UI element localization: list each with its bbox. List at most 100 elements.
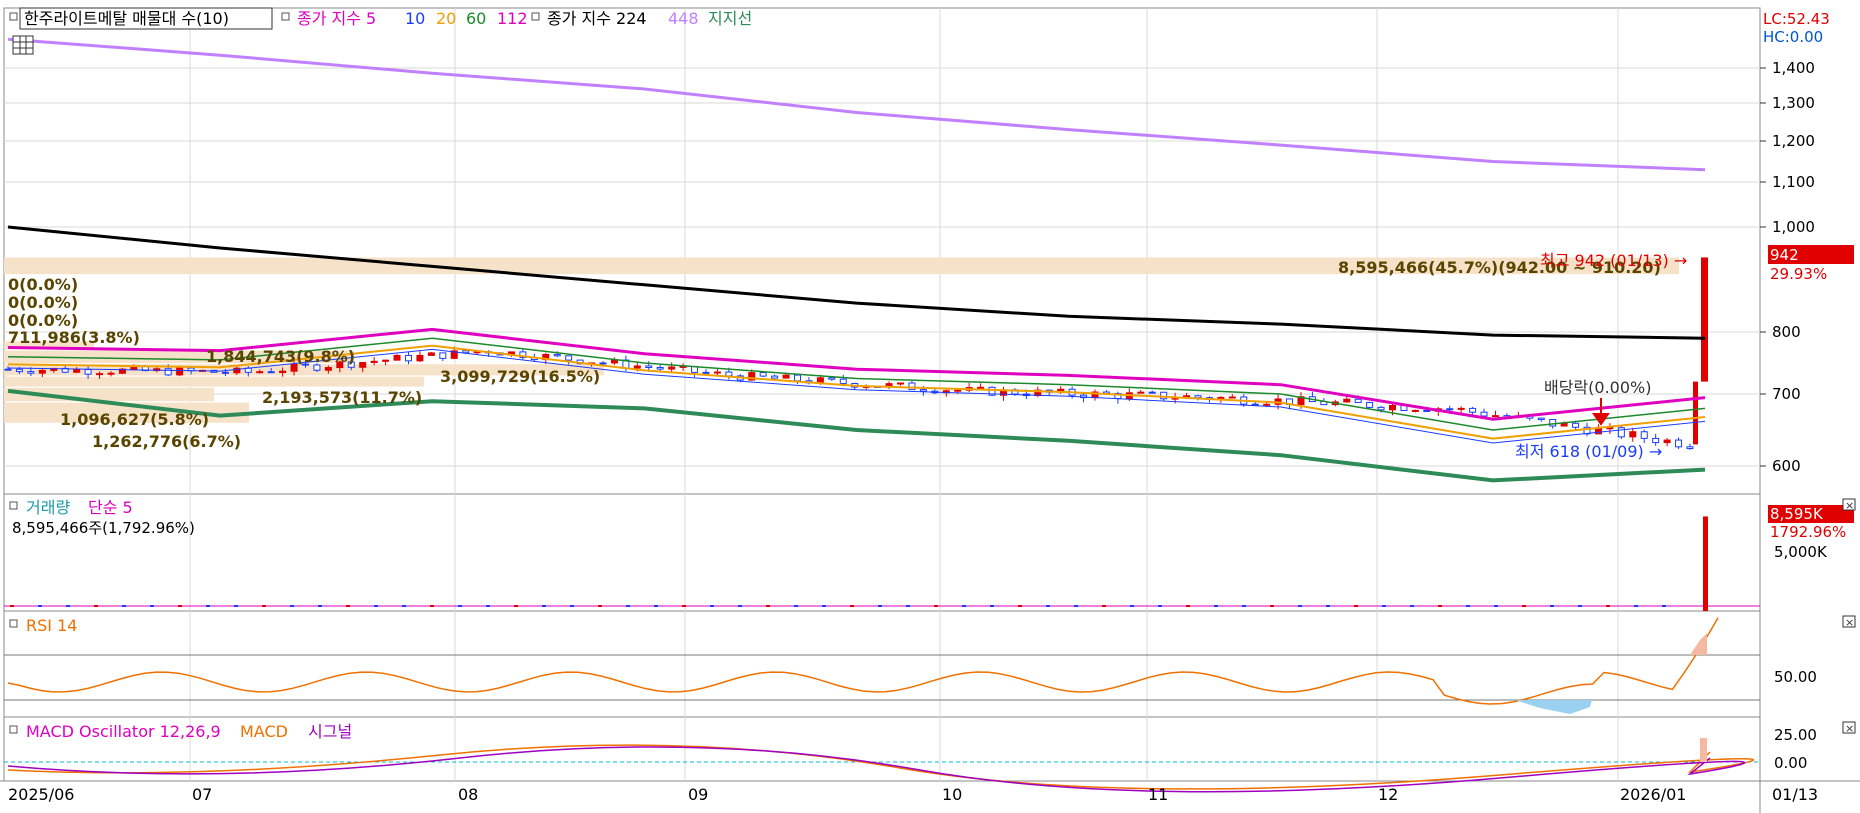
candle-body: [38, 369, 46, 374]
vp-label: 2,193,573(11.7%): [262, 388, 422, 407]
volume-bar: [1634, 605, 1638, 607]
x-axis: 2025/06 07 08 09 10 11 12 2026/01 01/13: [8, 785, 1818, 804]
vp-label: 1,262,776(6.7%): [92, 432, 241, 451]
candle-body: [977, 386, 985, 389]
vp-label: 3,099,729(16.5%): [440, 367, 600, 386]
candle-body: [1537, 417, 1545, 421]
volume-bar: [1438, 605, 1442, 607]
candle-body: [393, 354, 401, 361]
legend-box-icon: [9, 12, 18, 21]
candle-body: [164, 368, 172, 376]
candle-body: [1693, 381, 1698, 445]
volume-bar: [682, 605, 686, 607]
candle-body: [759, 372, 767, 377]
candle-body: [324, 367, 332, 371]
volume-bar: [1130, 605, 1134, 607]
candle-body: [1354, 398, 1362, 403]
volume-bar: [178, 605, 182, 607]
candle-body: [439, 352, 447, 359]
svg-text:×: ×: [1845, 722, 1854, 735]
volume-bar: [346, 605, 350, 607]
volume-bar: [738, 605, 742, 607]
volume-bar: [514, 605, 518, 607]
vp-label: 1,096,627(5.8%): [60, 410, 209, 429]
volume-last: 8,595K: [1770, 505, 1824, 523]
candle-body: [1411, 409, 1419, 412]
legend-title: 한주라이트메탈 매물대 수(10): [24, 9, 229, 28]
volume-profile-bar: [4, 376, 424, 387]
rsi-panel[interactable]: [3, 610, 1761, 718]
volume-bar: [1466, 605, 1470, 607]
candle-body: [427, 352, 435, 356]
volume-bar: [850, 605, 854, 607]
candle-body: [462, 350, 470, 354]
candle-body: [176, 367, 184, 376]
volume-bar: [1102, 605, 1106, 607]
volume-bar: [878, 605, 882, 607]
volume-bar: [906, 605, 910, 607]
candle-body: [896, 382, 904, 385]
vp-label: 0(0.0%): [8, 293, 78, 312]
candle-body: [1377, 406, 1385, 411]
candle-body: [954, 389, 962, 392]
volume-legend: 거래량: [26, 498, 70, 517]
legend-box-icon: [9, 725, 18, 734]
candle-body: [359, 361, 367, 368]
x-tick-label: 07: [192, 785, 212, 804]
volume-bar: [710, 605, 714, 607]
volume-bar: [1550, 605, 1554, 607]
volume-bar: [822, 605, 826, 607]
svg-text:×: ×: [1845, 616, 1854, 629]
price-tick-label: 1,400: [1772, 59, 1815, 77]
candle-body: [1491, 415, 1499, 418]
close-icon[interactable]: ×: [1842, 721, 1856, 735]
volume-bar: [1494, 605, 1498, 607]
volume-panel[interactable]: [3, 493, 1761, 612]
candle-body: [565, 355, 573, 361]
volume-bar: [766, 605, 770, 607]
x-tick-label: 11: [1148, 785, 1168, 804]
candle-body: [1629, 431, 1637, 438]
legend-ma224: 종가 지수 224: [547, 9, 647, 28]
candle-body: [1228, 396, 1236, 399]
volume-bar: [1606, 605, 1610, 607]
candle-body: [1572, 422, 1580, 428]
volume-bar: [654, 605, 658, 607]
volume-bar: [542, 605, 546, 607]
candle-body: [404, 354, 412, 362]
candle-body: [633, 365, 641, 369]
volume-bar: [570, 605, 574, 607]
candle-body: [1263, 403, 1271, 406]
close-icon[interactable]: ×: [1842, 498, 1856, 512]
close-icon[interactable]: ×: [1842, 615, 1856, 629]
volume-change: 1792.96%: [1770, 523, 1846, 541]
volume-bar: [1578, 605, 1582, 607]
candle-body: [27, 371, 35, 374]
price-tick-label: 1,000: [1772, 218, 1815, 236]
candle-body: [1480, 411, 1488, 417]
candle-body: [1446, 408, 1454, 411]
rsi-legend: RSI 14: [26, 616, 77, 635]
candle-body: [908, 382, 916, 391]
table-icon[interactable]: [12, 35, 34, 55]
price-tick-label: 700: [1772, 385, 1801, 403]
volume-bar: [1046, 605, 1050, 607]
vp-label: 711,986(3.8%): [8, 328, 140, 347]
volume-bar: [122, 605, 126, 607]
volume-ma-legend: 단순 5: [88, 498, 133, 517]
stock-chart[interactable]: 한주라이트메탈 매물대 수(10) 종가 지수 5 10 20 60 112 종…: [0, 0, 1860, 813]
last-candle: [1701, 257, 1708, 382]
candle-body: [279, 370, 287, 374]
volume-bar: [262, 605, 266, 607]
legend-ma5: 종가 지수 5: [297, 9, 376, 28]
volume-bar: [10, 605, 14, 607]
candle-body: [1549, 419, 1557, 427]
hc-label: HC:0.00: [1763, 28, 1823, 46]
volume-bar: [1354, 605, 1358, 607]
volume-bar: [458, 605, 462, 607]
macd-legend: MACD: [240, 722, 288, 741]
current-change: 29.93%: [1770, 265, 1827, 283]
candle-body: [1343, 398, 1351, 403]
candle-body: [382, 359, 390, 362]
volume-bar: [794, 605, 798, 607]
